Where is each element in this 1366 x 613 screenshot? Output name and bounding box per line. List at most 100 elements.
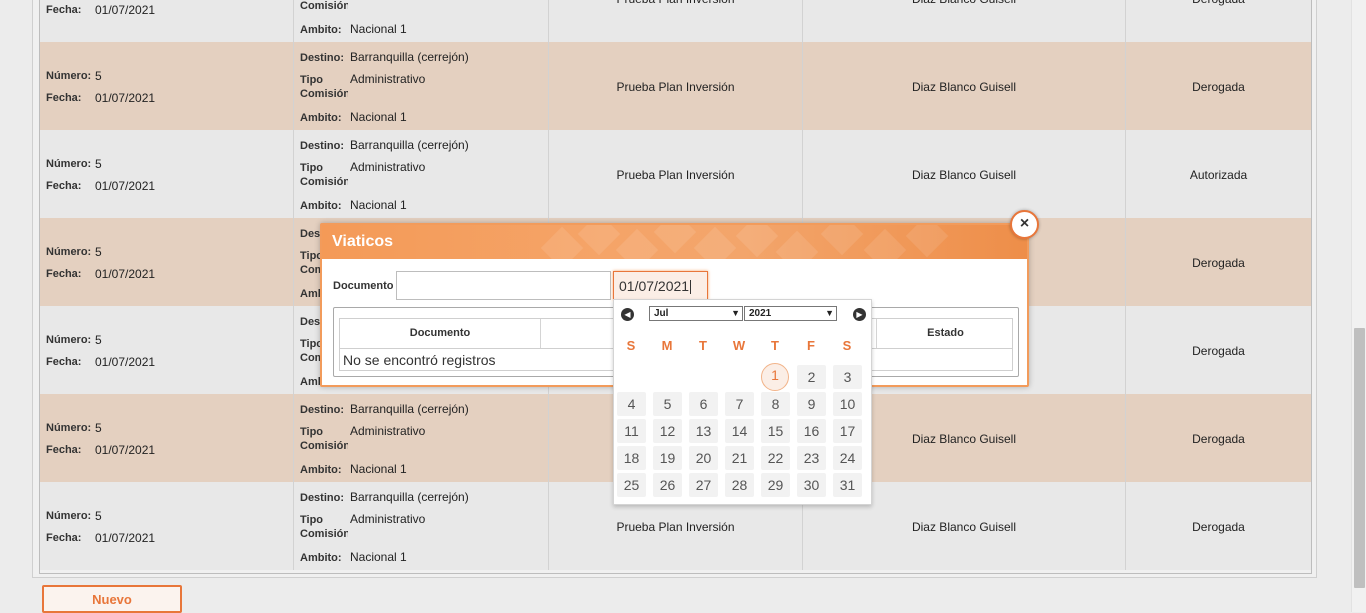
- numero-value: 5: [95, 245, 102, 259]
- fecha-value: 01/07/2021: [95, 179, 156, 193]
- calendar-day[interactable]: 6: [689, 392, 718, 416]
- calendar-day[interactable]: 27: [689, 473, 718, 497]
- destino-value: Barranquilla (cerrejón): [350, 490, 469, 504]
- calendar-day[interactable]: 12: [653, 419, 682, 443]
- calendar-day[interactable]: 11: [617, 419, 646, 443]
- estado-cell: Derogada: [1126, 218, 1311, 306]
- calendar-day[interactable]: 29: [761, 473, 790, 497]
- documento-input[interactable]: [396, 271, 611, 300]
- calendar-day[interactable]: 26: [653, 473, 682, 497]
- persona-value: Diaz Blanco Guisell: [803, 0, 1125, 6]
- calendar-day[interactable]: 3: [833, 365, 862, 389]
- calendar-day[interactable]: 30: [797, 473, 826, 497]
- calendar-day[interactable]: 16: [797, 419, 826, 443]
- calendar-day[interactable]: 25: [617, 473, 646, 497]
- calendar-day[interactable]: 17: [833, 419, 862, 443]
- calendar-day[interactable]: 4: [617, 392, 646, 416]
- header-estado[interactable]: Estado: [877, 319, 1014, 348]
- modal-title: Viaticos: [332, 233, 394, 250]
- persona-cell: Diaz Blanco Guisell: [803, 42, 1126, 130]
- fecha-value: 01/07/2021: [95, 267, 156, 281]
- scrollbar-thumb[interactable]: [1354, 328, 1365, 588]
- year-select[interactable]: 2021 ▼: [744, 306, 837, 321]
- fecha-value: 01/07/2021: [619, 278, 690, 294]
- numero-label: Número:: [46, 422, 92, 434]
- table-row[interactable]: Número: 5 Fecha: 01/07/2021 Destino: Barranqu…: [40, 130, 1311, 218]
- numero-fecha-cell: Número: 5 Fecha: 01/07/2021: [40, 482, 294, 570]
- plan-value: Prueba Plan Inversión: [616, 168, 735, 182]
- table-row[interactable]: Número:Fecha:01/07/2021Destino:TipoComis…: [40, 0, 1311, 42]
- nuevo-button[interactable]: Nuevo: [42, 585, 182, 613]
- calendar-day[interactable]: 23: [797, 446, 826, 470]
- numero-value: 5: [95, 421, 102, 435]
- estado-cell: Derogada: [1126, 482, 1311, 570]
- persona-value: Diaz Blanco Guisell: [911, 168, 1017, 182]
- numero-fecha-cell: Número:Fecha:01/07/2021: [40, 0, 294, 42]
- calendar-day[interactable]: 14: [725, 419, 754, 443]
- tipo-value: Administrativo: [350, 512, 426, 526]
- month-select-value: Jul: [654, 308, 669, 319]
- close-modal-button[interactable]: ×: [1010, 210, 1039, 239]
- calendar-day[interactable]: 24: [833, 446, 862, 470]
- numero-label: Número:: [46, 246, 92, 258]
- chevron-down-icon: ▼: [731, 308, 740, 318]
- numero-fecha-cell: Número: 5 Fecha: 01/07/2021: [40, 306, 294, 394]
- destino-cell: Destino: Barranquilla (cerrejón) Tipo Admin…: [294, 482, 549, 570]
- empty-message: No se encontró registros: [343, 352, 496, 368]
- calendar-day[interactable]: 7: [725, 392, 754, 416]
- fecha-label: Fecha:: [46, 92, 82, 104]
- calendar-day[interactable]: 19: [653, 446, 682, 470]
- calendar-day[interactable]: 18: [617, 446, 646, 470]
- ambito-value: Nacional 1: [350, 110, 407, 124]
- fecha-value: 01/07/2021: [95, 531, 156, 545]
- prev-month-icon[interactable]: ◀: [621, 308, 634, 321]
- table-row[interactable]: Número: 5 Fecha: 01/07/2021 Destino: Barranqu…: [40, 42, 1311, 130]
- weekday-header: W: [732, 338, 746, 353]
- calendar-day[interactable]: 5: [653, 392, 682, 416]
- destino-label: Destino:: [300, 140, 344, 152]
- calendar-day[interactable]: 2: [797, 365, 826, 389]
- chevron-down-icon: ▼: [825, 308, 834, 318]
- fecha-label: Fecha:: [46, 4, 82, 16]
- calendar-day[interactable]: 10: [833, 392, 862, 416]
- comision-label: Comisión: [300, 176, 348, 188]
- header-documento[interactable]: Documento: [340, 319, 541, 348]
- weekday-header: M: [661, 338, 673, 353]
- estado-cell: Derogada: [1126, 0, 1311, 42]
- persona-cell: Diaz Blanco Guisell: [803, 0, 1126, 42]
- fecha-date-input[interactable]: 01/07/2021: [613, 271, 708, 300]
- datepicker: ◀ Jul ▼ 2021 ▼ ▶ S M T W T F S 1 2 3 4 5 6 7 8 9 10 11 12 1…: [613, 299, 872, 505]
- calendar-day-selected[interactable]: 1: [761, 363, 789, 391]
- fecha-label: Fecha:: [46, 268, 82, 280]
- ambito-value: Nacional 1: [350, 550, 407, 564]
- calendar-day[interactable]: 13: [689, 419, 718, 443]
- numero-label: Número:: [46, 510, 92, 522]
- estado-value: Derogada: [1192, 344, 1245, 358]
- fecha-label: Fecha:: [46, 532, 82, 544]
- calendar-day[interactable]: 28: [725, 473, 754, 497]
- comision-label: Comisión: [300, 528, 348, 540]
- close-icon: ×: [1019, 215, 1030, 232]
- page-scrollbar[interactable]: [1351, 0, 1366, 612]
- calendar-day[interactable]: 21: [725, 446, 754, 470]
- weekday-header: T: [771, 338, 779, 353]
- month-select[interactable]: Jul ▼: [649, 306, 743, 321]
- calendar-day[interactable]: 31: [833, 473, 862, 497]
- ambito-label: Ambito:: [300, 112, 342, 124]
- destino-cell: Destino: Barranquilla (cerrejón) Tipo Admin…: [294, 42, 549, 130]
- persona-value: Diaz Blanco Guisell: [911, 80, 1017, 94]
- ambito-value: Nacional 1: [350, 462, 407, 476]
- numero-label: Número:: [46, 334, 92, 346]
- comision-label: Comisión: [300, 0, 348, 12]
- estado-cell: Derogada: [1126, 42, 1311, 130]
- calendar-day[interactable]: 20: [689, 446, 718, 470]
- next-month-icon[interactable]: ▶: [853, 308, 866, 321]
- calendar-day[interactable]: 8: [761, 392, 790, 416]
- calendar-day[interactable]: 22: [761, 446, 790, 470]
- estado-value: Derogada: [1192, 432, 1245, 446]
- tipo-label: Tipo: [300, 74, 324, 86]
- destino-label: Destino:: [300, 52, 344, 64]
- calendar-day[interactable]: 15: [761, 419, 790, 443]
- estado-value: Derogada: [1192, 80, 1245, 94]
- calendar-day[interactable]: 9: [797, 392, 826, 416]
